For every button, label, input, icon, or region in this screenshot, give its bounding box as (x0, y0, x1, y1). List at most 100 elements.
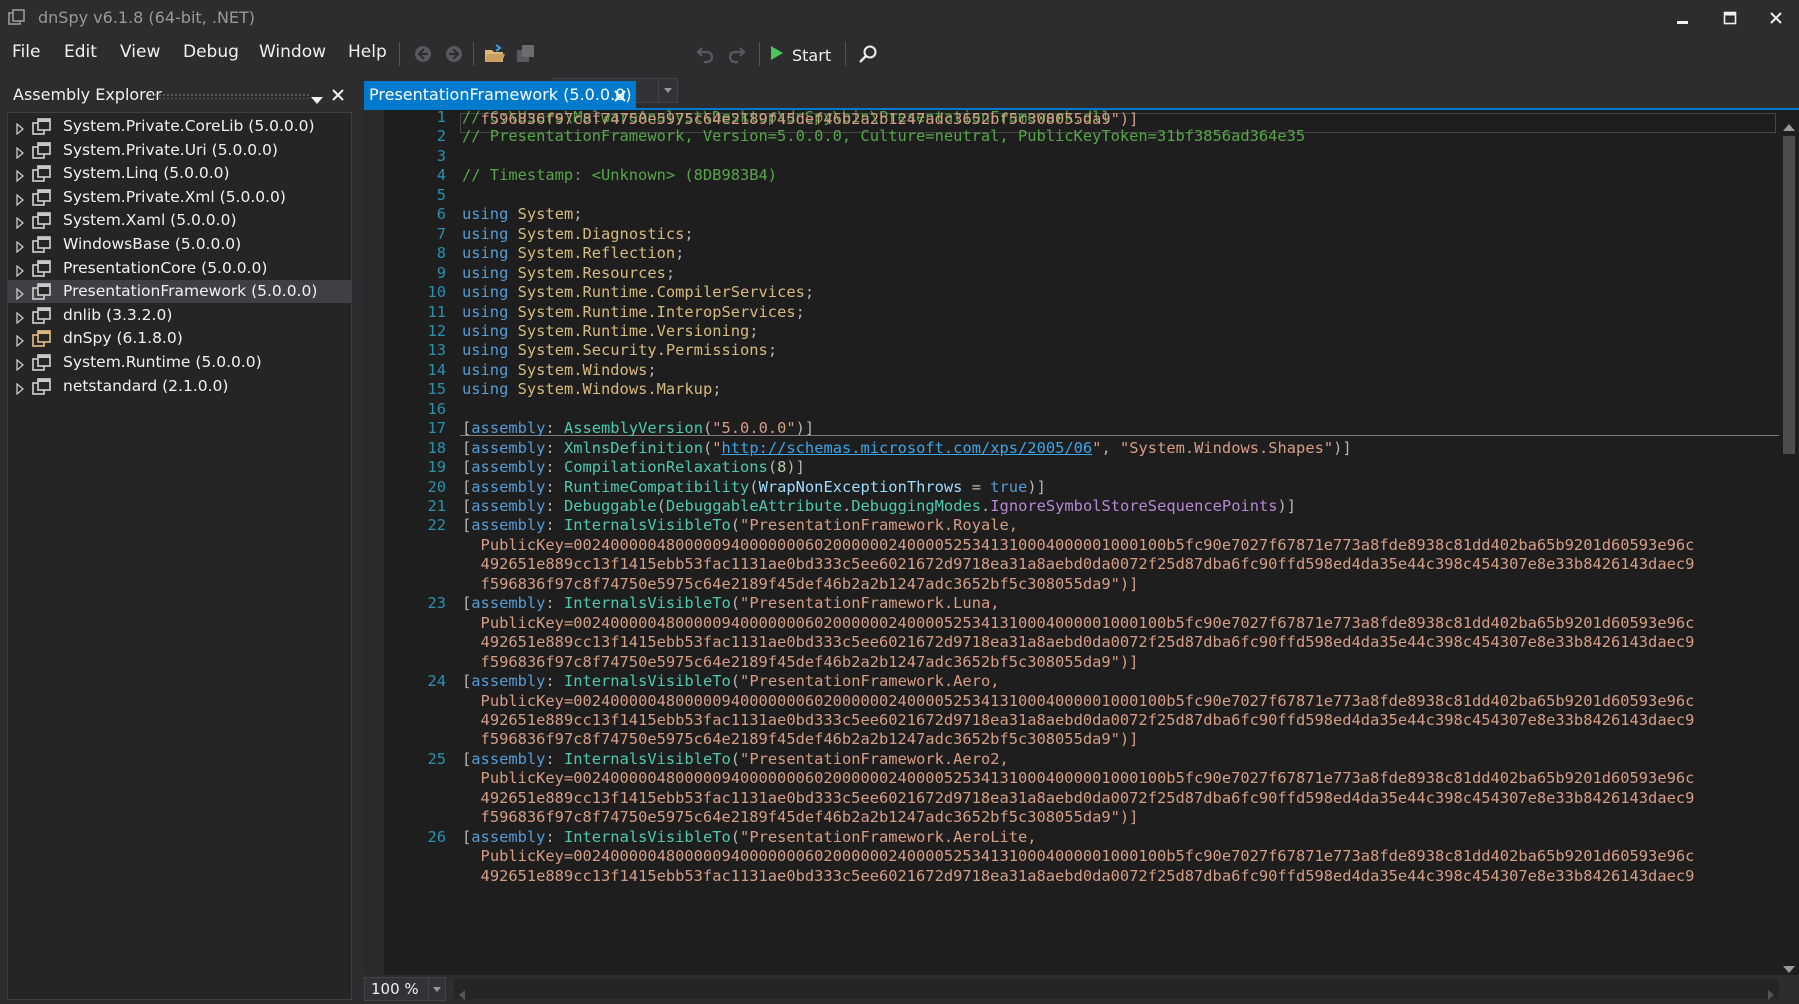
document-tab-strip: PresentationFramework (5.0.0.0) (364, 80, 1799, 110)
code-line[interactable]: [assembly: AssemblyVersion("5.0.0.0")] (402, 419, 814, 441)
code-line[interactable]: // Timestamp: <Unknown> (8DB983B4) (402, 166, 777, 188)
scroll-up-icon[interactable] (1783, 116, 1795, 135)
code-line[interactable]: using System.Reflection; (402, 244, 684, 266)
public-key-string: 492651e889cc13f1415ebb53fac1131ae0bd333c… (480, 711, 1695, 729)
namespace: System.Security.Permissions (517, 341, 768, 359)
attribute-name: RuntimeCompatibility (563, 478, 750, 496)
close-tab-icon[interactable] (613, 88, 627, 107)
line-number: 5 (436, 186, 446, 204)
toolbar-separator (399, 42, 400, 66)
public-key-string: PublicKey=002400000480000094000000060200… (480, 536, 1695, 554)
string-literal: "PresentationFramework.AeroLite, (740, 828, 1037, 846)
menu-edit[interactable]: Edit (64, 42, 97, 62)
code-line[interactable]: 492651e889cc13f1415ebb53fac1131ae0bd333c… (402, 867, 1695, 889)
close-panel-icon[interactable] (331, 87, 345, 106)
vertical-scrollbar[interactable] (1779, 110, 1799, 975)
code-line[interactable]: f596836f97c8f74750e5975c64e2189f45def46b… (402, 808, 1139, 830)
maximize-button[interactable] (1707, 0, 1753, 36)
open-folder-icon[interactable] (482, 41, 508, 67)
tree-item[interactable]: System.Private.Xml (5.0.0.0) (8, 186, 351, 209)
zoom-select[interactable]: 100 % (364, 977, 446, 1001)
expand-arrow-icon[interactable] (16, 167, 25, 186)
scroll-down-icon[interactable] (1783, 959, 1795, 975)
panel-menu-chevron-icon[interactable] (311, 90, 323, 109)
public-key-string: f596836f97c8f74750e5975c64e2189f45def46b… (480, 110, 1139, 128)
tree-item[interactable]: System.Runtime (5.0.0.0) (8, 351, 351, 374)
chevron-down-icon[interactable] (428, 978, 445, 1000)
redo-icon[interactable] (724, 41, 750, 67)
scrollbar-thumb[interactable] (1783, 136, 1795, 454)
tree-item[interactable]: WindowsBase (5.0.0.0) (8, 233, 351, 256)
navigate-forward-icon[interactable] (441, 41, 467, 67)
assembly-icon (32, 354, 52, 375)
code-line[interactable]: using System; (402, 205, 583, 227)
scroll-right-icon[interactable] (1768, 985, 1774, 1004)
tree-item[interactable]: PresentationCore (5.0.0.0) (8, 257, 351, 280)
navigate-back-icon[interactable] (410, 41, 436, 67)
assembly-keyword: assembly (471, 672, 546, 690)
close-window-button[interactable] (1753, 0, 1799, 36)
save-all-icon[interactable] (513, 41, 539, 67)
expand-arrow-icon[interactable] (16, 120, 25, 139)
start-debugging-button[interactable]: Start (770, 42, 831, 68)
code-line[interactable]: [assembly: InternalsVisibleTo("Presentat… (402, 594, 1000, 616)
menu-help[interactable]: Help (348, 42, 387, 62)
window-title: dnSpy v6.1.8 (64-bit, .NET) (38, 8, 256, 27)
expand-arrow-icon[interactable] (16, 356, 25, 375)
tree-item[interactable]: dnlib (3.3.2.0) (8, 304, 351, 327)
code-line[interactable]: using System.Runtime.CompilerServices; (402, 283, 814, 305)
expand-arrow-icon[interactable] (16, 144, 25, 163)
assembly-keyword: assembly (471, 439, 546, 457)
code-line[interactable]: [assembly: CompilationRelaxations(8)] (402, 458, 805, 480)
code-line[interactable]: [assembly: InternalsVisibleTo("Presentat… (402, 672, 1000, 694)
expand-arrow-icon[interactable] (16, 238, 25, 257)
public-key-string: f596836f97c8f74750e5975c64e2189f45def46b… (480, 730, 1139, 748)
enum-member: IgnoreSymbolStoreSequencePoints (990, 497, 1278, 515)
horizontal-scrollbar[interactable] (454, 979, 1779, 1000)
menu-file[interactable]: File (12, 42, 40, 62)
menu-window[interactable]: Window (259, 42, 326, 62)
toolbar-separator (845, 42, 846, 66)
code-line[interactable]: 492651e889cc13f1415ebb53fac1131ae0bd333c… (402, 555, 1695, 577)
assembly-keyword: assembly (471, 828, 546, 846)
scroll-left-icon[interactable] (459, 985, 465, 1004)
undo-icon[interactable] (692, 41, 718, 67)
tree-item[interactable]: netstandard (2.1.0.0) (8, 375, 351, 398)
namespace: System.Runtime.InteropServices (517, 303, 796, 321)
minimize-button[interactable] (1660, 0, 1706, 36)
expand-arrow-icon[interactable] (16, 285, 25, 304)
tree-item[interactable]: System.Private.Uri (5.0.0.0) (8, 139, 351, 162)
expand-arrow-icon[interactable] (16, 214, 25, 233)
public-key-string: 492651e889cc13f1415ebb53fac1131ae0bd333c… (480, 555, 1695, 573)
public-key-string: 492651e889cc13f1415ebb53fac1131ae0bd333c… (480, 789, 1695, 807)
namespace: System.Windows.Markup (517, 380, 713, 398)
code-line[interactable]: using System.Security.Permissions; (402, 341, 777, 363)
menu-view[interactable]: View (120, 42, 160, 62)
search-icon[interactable] (855, 41, 881, 67)
tree-item[interactable]: System.Xaml (5.0.0.0) (8, 209, 351, 232)
public-key-string: PublicKey=002400000480000094000000060200… (480, 614, 1695, 632)
code-line[interactable]: using System.Windows.Markup; (402, 380, 722, 402)
assembly-keyword: assembly (471, 458, 546, 476)
expand-arrow-icon[interactable] (16, 332, 25, 351)
string-literal: "5.0.0.0" (712, 419, 796, 437)
code-line[interactable]: PublicKey=002400000480000094000000060200… (402, 847, 1695, 869)
code-line[interactable]: [assembly: InternalsVisibleTo("Presentat… (402, 516, 1018, 538)
code-line[interactable]: f596836f97c8f74750e5975c64e2189f45def46b… (402, 110, 1139, 132)
code-line[interactable]: f596836f97c8f74750e5975c64e2189f45def46b… (402, 730, 1139, 752)
code-line[interactable]: 492651e889cc13f1415ebb53fac1131ae0bd333c… (402, 633, 1695, 655)
expand-arrow-icon[interactable] (16, 380, 25, 399)
menu-debug[interactable]: Debug (183, 42, 239, 62)
xmlns-link[interactable]: http://schemas.microsoft.com/xps/2005/06 (722, 439, 1093, 457)
tree-item[interactable]: dnSpy (6.1.8.0) (8, 327, 351, 350)
tree-item[interactable]: System.Linq (5.0.0.0) (8, 162, 351, 185)
expand-arrow-icon[interactable] (16, 262, 25, 281)
expand-arrow-icon[interactable] (16, 309, 25, 328)
public-key-string: f596836f97c8f74750e5975c64e2189f45def46b… (480, 808, 1139, 826)
tab-presentationframework[interactable]: PresentationFramework (5.0.0.0) (364, 81, 636, 110)
code-line[interactable]: PublicKey=002400000480000094000000060200… (402, 769, 1695, 791)
tree-item[interactable]: PresentationFramework (5.0.0.0) (8, 280, 351, 304)
code-editor[interactable]: 1 2 3 4 5 6 7 8 9 10 11 12 13 14 15 16 17 18 19 20 21 22 23 24 2… (364, 110, 1799, 975)
tree-item[interactable]: System.Private.CoreLib (5.0.0.0) (8, 115, 351, 138)
expand-arrow-icon[interactable] (16, 191, 25, 210)
